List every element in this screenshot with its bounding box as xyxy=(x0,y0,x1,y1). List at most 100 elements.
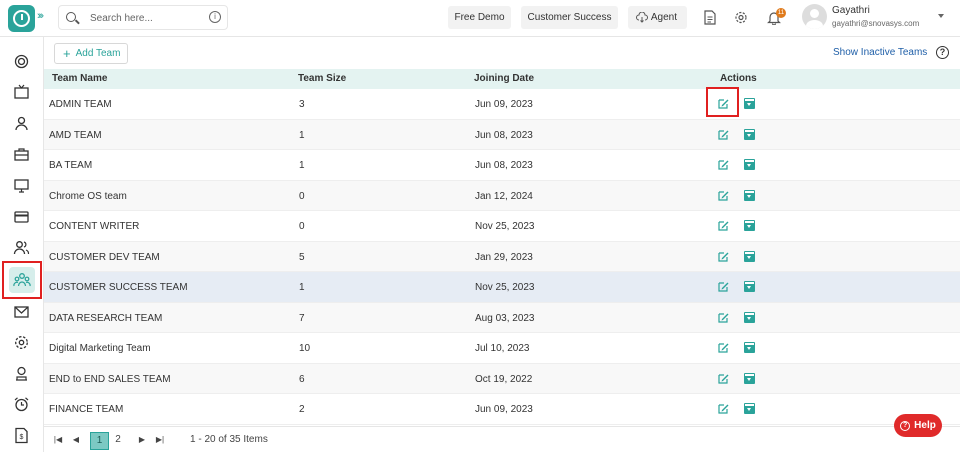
edit-icon[interactable] xyxy=(718,373,729,384)
expand-sidebar-icon[interactable]: ››› xyxy=(37,10,44,22)
last-page-icon[interactable]: ▶| xyxy=(152,432,168,448)
cell-size: 1 xyxy=(299,282,305,293)
cell-date: Nov 25, 2023 xyxy=(475,221,535,232)
sidebar-invoice-icon[interactable]: $ xyxy=(13,427,30,444)
table-row: Digital Marketing Team 10 Jul 10, 2023 xyxy=(44,333,960,364)
edit-icon[interactable] xyxy=(718,342,729,353)
help-icon: ? xyxy=(900,420,911,431)
table-row: CONTENT WRITER 0 Nov 25, 2023 xyxy=(44,211,960,242)
document-icon[interactable] xyxy=(703,10,717,25)
cell-size: 2 xyxy=(299,404,305,415)
free-demo-button[interactable]: Free Demo xyxy=(448,6,511,29)
sidebar-user-icon[interactable] xyxy=(13,115,30,132)
cell-name: CONTENT WRITER xyxy=(49,221,140,232)
sidebar-users-icon[interactable] xyxy=(13,239,30,256)
teams-table: Team Name Team Size Joining Date Actions… xyxy=(44,69,960,425)
cell-name: END to END SALES TEAM xyxy=(49,373,171,385)
cell-size: 0 xyxy=(299,221,305,232)
user-name: Gayathri xyxy=(832,5,870,16)
column-header[interactable]: Team Name xyxy=(52,73,107,84)
edit-icon[interactable] xyxy=(718,190,729,201)
table-row: Chrome OS team 0 Jan 12, 2024 xyxy=(44,180,960,211)
sidebar-monitor-icon[interactable] xyxy=(13,177,30,194)
user-email: gayathri@snovasys.com xyxy=(832,19,920,28)
cell-date: Jan 12, 2024 xyxy=(475,190,533,202)
column-header[interactable]: Team Size xyxy=(298,73,346,84)
cell-size: 1 xyxy=(299,160,305,171)
info-icon[interactable]: i xyxy=(209,11,221,23)
edit-icon[interactable] xyxy=(718,403,729,414)
next-page-icon[interactable]: ▶ xyxy=(134,432,150,448)
sidebar-item-teams[interactable] xyxy=(2,261,42,299)
avatar[interactable] xyxy=(802,4,827,29)
cell-date: Jul 10, 2023 xyxy=(475,343,530,354)
archive-icon[interactable] xyxy=(744,281,755,292)
cell-date: Jun 09, 2023 xyxy=(475,404,533,415)
cell-date: Oct 19, 2022 xyxy=(475,373,533,385)
archive-icon[interactable] xyxy=(744,220,755,231)
cell-name: ADMIN TEAM xyxy=(49,99,112,110)
page-info: 1 - 20 of 35 Items xyxy=(190,434,268,445)
archive-icon[interactable] xyxy=(744,189,755,201)
add-team-button[interactable]: + Add Team xyxy=(54,43,128,64)
sidebar-briefcase-icon[interactable] xyxy=(13,146,30,163)
archive-icon[interactable] xyxy=(744,372,755,384)
table-row: ADMIN TEAM 3 Jun 09, 2023 xyxy=(44,87,960,120)
search-input[interactable] xyxy=(90,10,200,26)
cell-size: 5 xyxy=(299,251,305,263)
prev-page-icon[interactable]: ◀ xyxy=(68,432,84,448)
table-row: BA TEAM 1 Jun 08, 2023 xyxy=(44,150,960,181)
column-header[interactable]: Joining Date xyxy=(474,73,534,84)
chevron-down-icon[interactable] xyxy=(938,14,944,18)
table-row: CUSTOMER SUCCESS TEAM 1 Nov 25, 2023 xyxy=(44,272,960,303)
archive-icon[interactable] xyxy=(744,311,755,323)
sidebar-card-icon[interactable] xyxy=(13,208,30,225)
archive-icon[interactable] xyxy=(744,159,755,170)
archive-icon[interactable] xyxy=(744,250,755,262)
sidebar-tv-icon[interactable] xyxy=(13,84,30,101)
sidebar-mail-icon[interactable] xyxy=(13,303,30,320)
customer-success-button[interactable]: Customer Success xyxy=(521,6,618,29)
app-logo-icon[interactable] xyxy=(8,5,35,32)
plus-icon: + xyxy=(63,46,71,61)
sidebar-dashboard-icon[interactable] xyxy=(13,53,30,70)
edit-icon[interactable] xyxy=(718,251,729,262)
cell-size: 3 xyxy=(299,99,305,110)
edit-highlight-box xyxy=(706,87,739,117)
cloud-download-icon xyxy=(636,12,648,23)
first-page-icon[interactable]: |◀ xyxy=(50,432,66,448)
archive-icon[interactable] xyxy=(744,98,755,109)
table-row: CUSTOMER DEV TEAM 5 Jan 29, 2023 xyxy=(44,241,960,272)
search-box: i xyxy=(58,5,228,30)
sidebar-badge-icon[interactable] xyxy=(13,365,30,382)
cell-name: DATA RESEARCH TEAM xyxy=(49,312,163,324)
cell-date: Jun 08, 2023 xyxy=(475,129,533,141)
edit-icon[interactable] xyxy=(718,220,729,231)
help-button[interactable]: ? Help xyxy=(894,414,942,437)
cell-date: Aug 03, 2023 xyxy=(475,312,535,324)
add-team-label: Add Team xyxy=(75,48,121,59)
cell-size: 6 xyxy=(299,373,305,385)
table-header: Team Name Team Size Joining Date Actions xyxy=(44,69,960,89)
edit-icon[interactable] xyxy=(718,281,729,292)
table-body: ADMIN TEAM 3 Jun 09, 2023 AMD TEAM 1 Jun 08, … xyxy=(44,87,960,425)
cell-date: Nov 25, 2023 xyxy=(475,282,535,293)
show-inactive-teams-link[interactable]: Show Inactive Teams xyxy=(833,47,927,58)
archive-icon[interactable] xyxy=(744,403,755,414)
cell-size: 10 xyxy=(299,343,311,354)
page-1-button[interactable]: 1 xyxy=(90,432,109,450)
page-2-button[interactable]: 2 xyxy=(110,432,126,448)
agent-button[interactable]: Agent xyxy=(628,6,687,29)
settings-icon[interactable] xyxy=(734,10,748,25)
help-label: Help xyxy=(914,420,936,431)
cell-name: AMD TEAM xyxy=(49,129,102,141)
edit-icon[interactable] xyxy=(718,159,729,170)
cell-date: Jan 29, 2023 xyxy=(475,251,533,263)
sidebar-alarm-icon[interactable] xyxy=(13,396,30,413)
archive-icon[interactable] xyxy=(744,342,755,353)
archive-icon[interactable] xyxy=(744,128,755,140)
edit-icon[interactable] xyxy=(718,129,729,140)
edit-icon[interactable] xyxy=(718,312,729,323)
sidebar-settings-icon[interactable] xyxy=(13,334,30,351)
help-question-icon[interactable]: ? xyxy=(936,46,949,59)
